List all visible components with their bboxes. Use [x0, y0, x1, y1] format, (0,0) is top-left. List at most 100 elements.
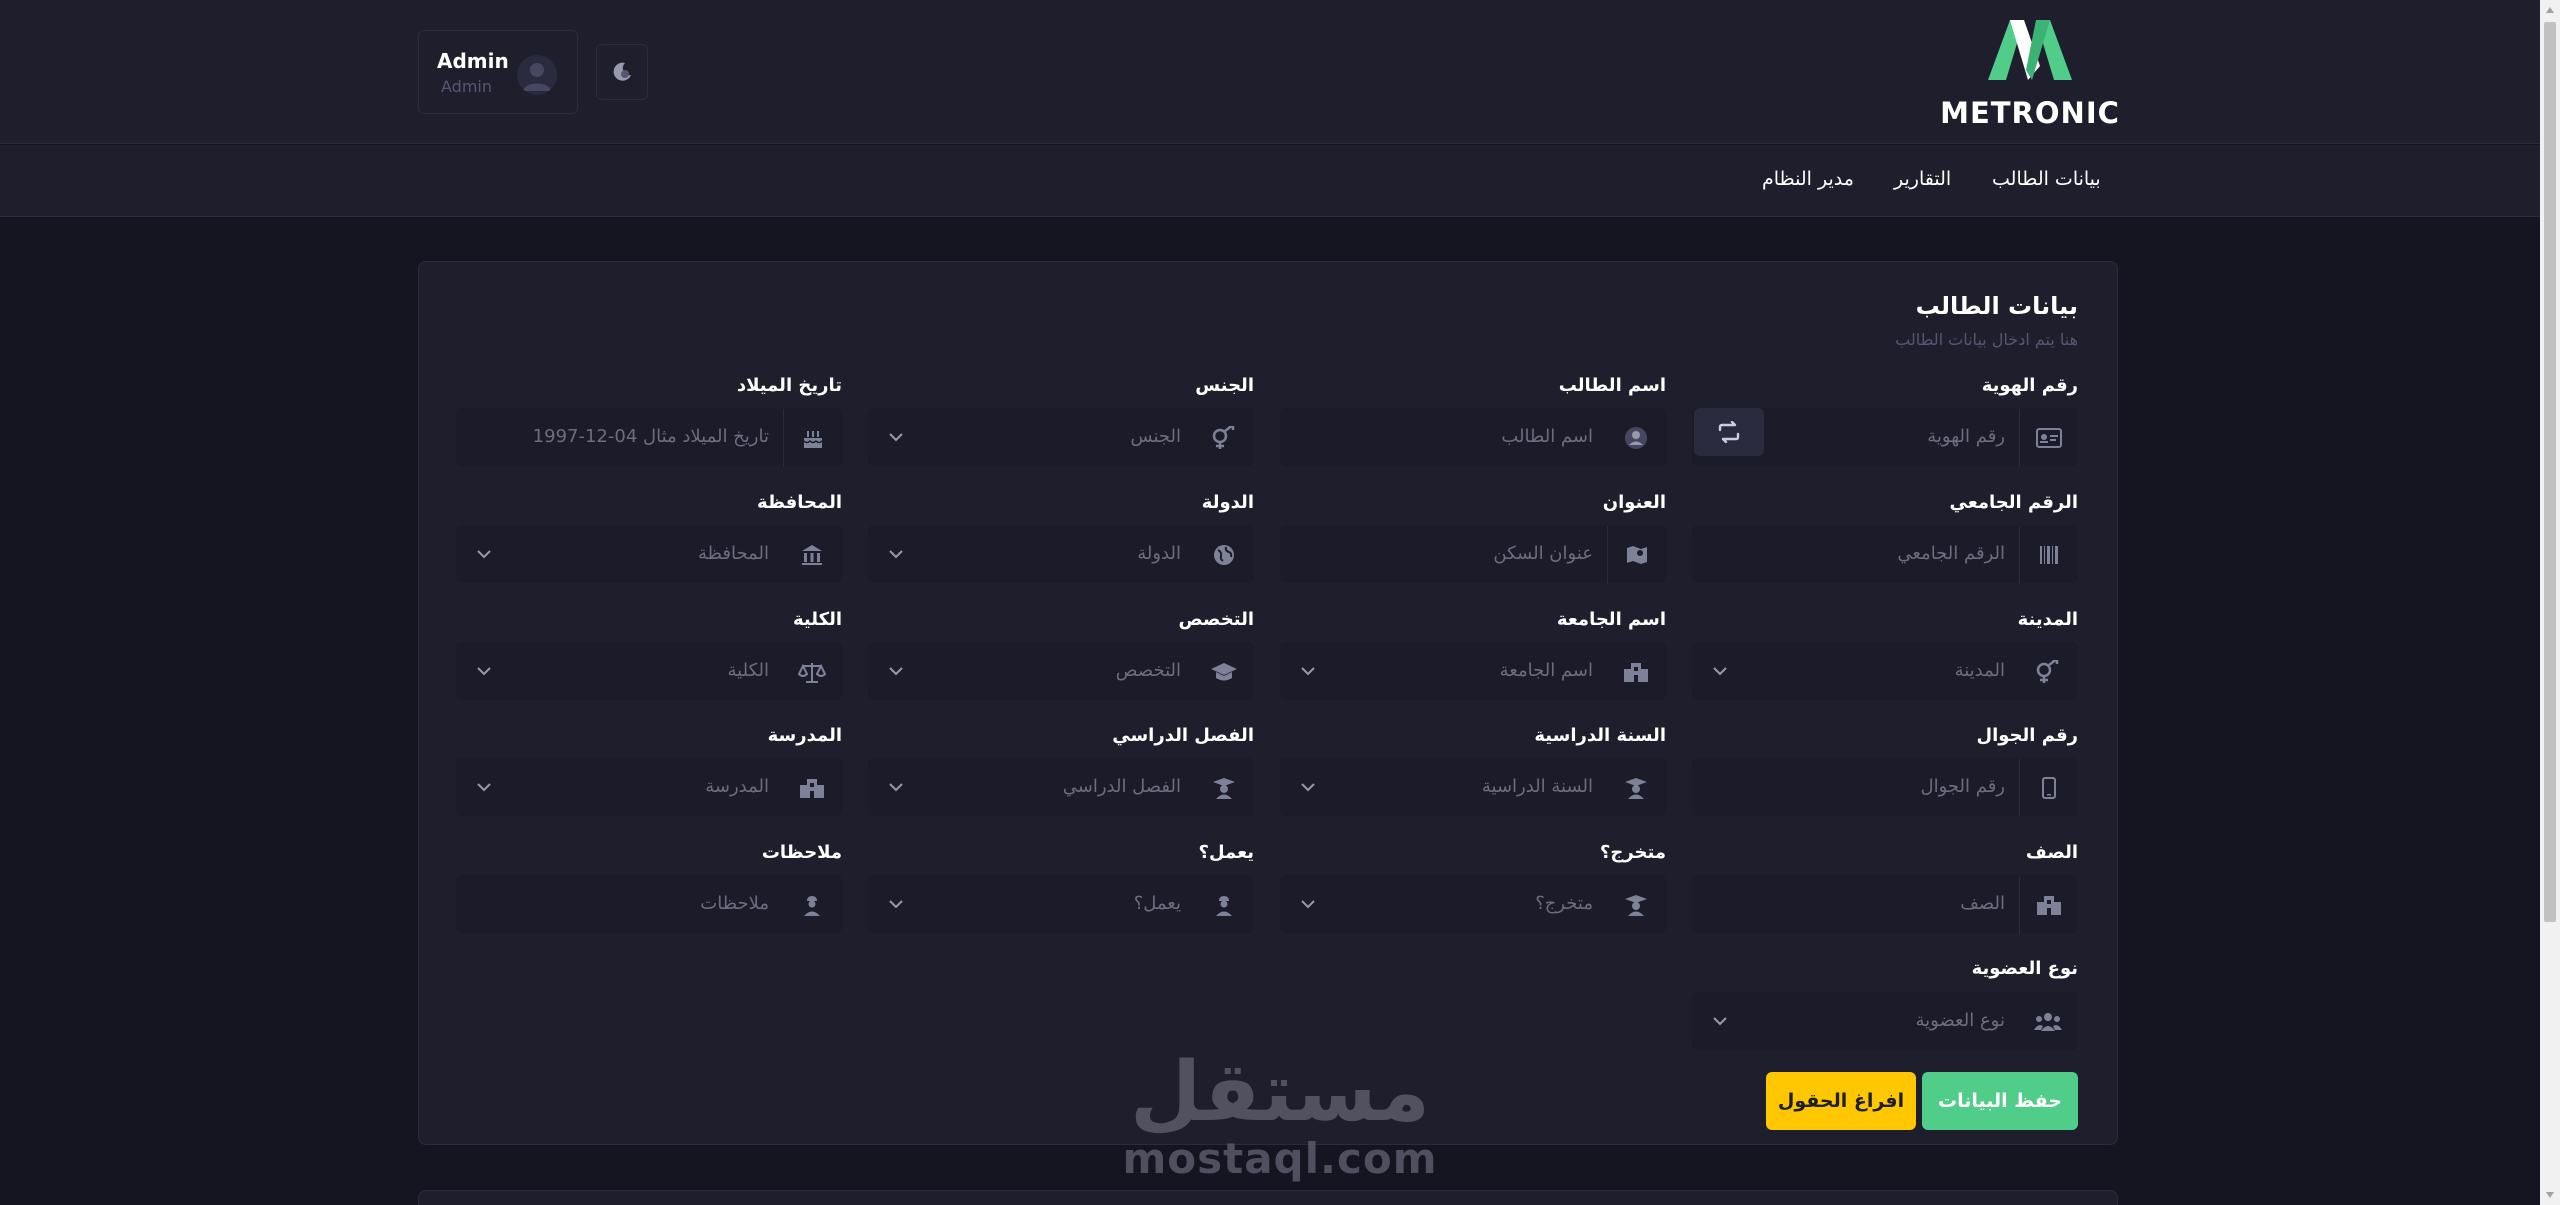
chevron-down-icon	[1301, 900, 1315, 909]
specialization-select[interactable]: التخصص	[868, 642, 1254, 700]
field-label-grade: الصف	[2025, 842, 2078, 863]
governorate-placeholder: المحافظة	[697, 543, 769, 564]
field-label-birthdate: تاريخ الميلاد	[736, 375, 842, 396]
chevron-down-icon	[477, 667, 491, 676]
teacher-icon	[1195, 759, 1253, 817]
generate-id-button[interactable]	[1694, 408, 1764, 456]
birthdate-input[interactable]: تاريخ الميلاد مثال 04-12-1997	[456, 408, 842, 467]
field-label-semester: الفصل الدراسي	[1112, 725, 1254, 746]
notes-input[interactable]: ملاحظات	[456, 875, 842, 933]
id-card-icon	[2019, 409, 2077, 467]
caret-up-icon	[2546, 7, 2554, 13]
student-name-input[interactable]: اسم الطالب	[1280, 408, 1666, 466]
gender-icon	[1195, 409, 1253, 467]
field-label-id-number: رقم الهوية	[1981, 375, 2078, 396]
theme-toggle-button[interactable]	[596, 44, 648, 100]
user-name: Admin	[437, 49, 509, 73]
avatar[interactable]	[517, 55, 557, 95]
page-subtitle: هنا يتم ادخال بيانات الطالب	[1895, 330, 2078, 349]
nav-item-reports[interactable]: التقارير	[1894, 168, 1951, 198]
scrollbar-thumb[interactable]	[2544, 22, 2556, 922]
map-icon	[1607, 526, 1665, 584]
field-label-mobile: رقم الجوال	[1976, 725, 2078, 746]
membership-type-select[interactable]: نوع العضوية	[1692, 992, 2078, 1050]
clear-fields-button[interactable]: افراغ الحقول	[1766, 1072, 1916, 1130]
building-icon	[783, 759, 841, 817]
globe-icon	[1195, 526, 1253, 584]
chevron-down-icon	[889, 433, 903, 442]
field-label-graduated: متخرج؟	[1599, 842, 1666, 863]
chevron-down-icon	[889, 667, 903, 676]
country-select[interactable]: الدولة	[868, 525, 1254, 583]
user-menu[interactable]: Admin Admin	[418, 30, 578, 114]
building-icon	[1607, 643, 1665, 701]
academic-year-placeholder: السنة الدراسية	[1481, 776, 1593, 797]
city-placeholder: المدينة	[1954, 660, 2005, 681]
field-label-school: المدرسة	[767, 725, 842, 746]
field-label-college: الكلية	[792, 609, 842, 630]
specialization-placeholder: التخصص	[1115, 660, 1181, 681]
metronic-logo-icon	[1988, 20, 2072, 80]
caret-down-icon	[2546, 1192, 2554, 1198]
grade-placeholder: الصف	[1960, 893, 2005, 914]
moon-icon	[613, 62, 631, 81]
nav-item-system-admin[interactable]: مدير النظام	[1762, 168, 1854, 198]
user-icon	[1607, 409, 1665, 467]
field-label-student-name: اسم الطالب	[1558, 375, 1666, 396]
next-card	[418, 1190, 2118, 1205]
chevron-down-icon	[477, 550, 491, 559]
membership-type-placeholder: نوع العضوية	[1915, 1010, 2005, 1031]
university-name-select[interactable]: اسم الجامعة	[1280, 642, 1666, 700]
chevron-down-icon	[1301, 667, 1315, 676]
school-select[interactable]: المدرسة	[456, 758, 842, 816]
city-select[interactable]: المدينة	[1692, 642, 2078, 700]
graduation-cap-icon	[1195, 643, 1253, 701]
chevron-down-icon	[1301, 783, 1315, 792]
nav-item-student-data[interactable]: بيانات الطالب	[1992, 168, 2101, 198]
chevron-down-icon	[1713, 1017, 1727, 1026]
chevron-down-icon	[1713, 667, 1727, 676]
mobile-icon	[2019, 759, 2077, 817]
university-number-input[interactable]: الرقم الجامعي	[1692, 525, 2078, 584]
teacher-icon	[1607, 876, 1665, 934]
field-label-notes: ملاحظات	[761, 842, 842, 863]
page-title: بيانات الطالب	[1915, 292, 2078, 320]
scale-icon	[783, 643, 841, 701]
address-input[interactable]: عنوان السكن	[1280, 525, 1666, 584]
grade-input[interactable]: الصف	[1692, 875, 2078, 934]
field-label-university-number: الرقم الجامعي	[1949, 492, 2078, 513]
scroll-up-button[interactable]	[2540, 0, 2560, 20]
academic-year-select[interactable]: السنة الدراسية	[1280, 758, 1666, 816]
cake-icon	[783, 409, 841, 467]
address-placeholder: عنوان السكن	[1493, 543, 1593, 564]
employed-placeholder: يعمل؟	[1133, 893, 1181, 914]
avatar-icon	[523, 63, 551, 91]
menu-bar	[0, 145, 2540, 217]
semester-placeholder: الفصل الدراسي	[1062, 776, 1181, 797]
governorate-select[interactable]: المحافظة	[456, 525, 842, 583]
refresh-icon	[1718, 421, 1740, 443]
field-label-employed: يعمل؟	[1198, 842, 1255, 863]
field-label-membership-type: نوع العضوية	[1971, 958, 2078, 979]
college-select[interactable]: الكلية	[456, 642, 842, 700]
worker-icon	[783, 876, 841, 934]
watermark: مستقل mostaql.com	[1120, 1050, 1440, 1182]
barcode-icon	[2019, 526, 2077, 584]
teacher-icon	[1607, 759, 1665, 817]
mobile-input[interactable]: رقم الجوال	[1692, 758, 2078, 817]
semester-select[interactable]: الفصل الدراسي	[868, 758, 1254, 816]
graduated-select[interactable]: متخرج؟	[1280, 875, 1666, 933]
college-placeholder: الكلية	[727, 660, 769, 681]
scroll-down-button[interactable]	[2540, 1185, 2560, 1205]
chevron-down-icon	[889, 783, 903, 792]
employed-select[interactable]: يعمل؟	[868, 875, 1254, 933]
user-role: Admin	[441, 77, 492, 96]
field-label-city: المدينة	[2017, 609, 2078, 630]
university-name-placeholder: اسم الجامعة	[1499, 660, 1593, 681]
save-button[interactable]: حفظ البيانات	[1922, 1072, 2078, 1130]
gender-select[interactable]: الجنس	[868, 408, 1254, 466]
notes-placeholder: ملاحظات	[700, 893, 769, 914]
brand-name: METRONIC	[1940, 96, 2120, 130]
university-number-placeholder: الرقم الجامعي	[1897, 543, 2005, 564]
field-label-gender: الجنس	[1195, 375, 1254, 396]
